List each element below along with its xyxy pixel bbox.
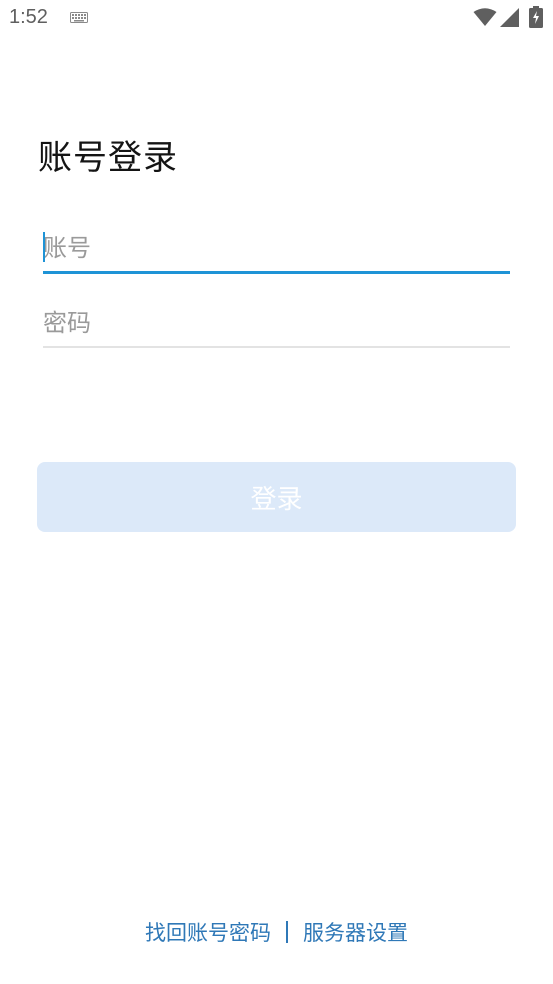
recover-account-link[interactable]: 找回账号密码 bbox=[145, 917, 271, 947]
password-underline bbox=[43, 346, 510, 348]
footer-links: 找回账号密码 服务器设置 bbox=[0, 914, 553, 950]
server-settings-link[interactable]: 服务器设置 bbox=[303, 917, 408, 947]
signal-icon bbox=[500, 8, 519, 27]
page-title: 账号登录 bbox=[38, 138, 178, 178]
password-field[interactable] bbox=[43, 298, 510, 348]
account-input[interactable] bbox=[43, 222, 510, 274]
account-underline bbox=[43, 271, 510, 274]
account-field[interactable] bbox=[43, 222, 510, 274]
keyboard-icon bbox=[70, 12, 88, 23]
wifi-icon bbox=[473, 8, 497, 26]
login-button[interactable]: 登录 bbox=[37, 462, 516, 532]
password-input[interactable] bbox=[43, 298, 510, 348]
login-screen: 1:52 账号登录 账号 登录 找回账号密码 服务器设置 bbox=[0, 0, 553, 984]
footer-divider bbox=[286, 921, 288, 943]
login-button-label: 登录 bbox=[250, 484, 303, 515]
status-time: 1:52 bbox=[9, 6, 48, 28]
status-bar: 1:52 bbox=[0, 0, 553, 38]
battery-icon bbox=[529, 6, 543, 28]
text-caret bbox=[43, 232, 45, 262]
